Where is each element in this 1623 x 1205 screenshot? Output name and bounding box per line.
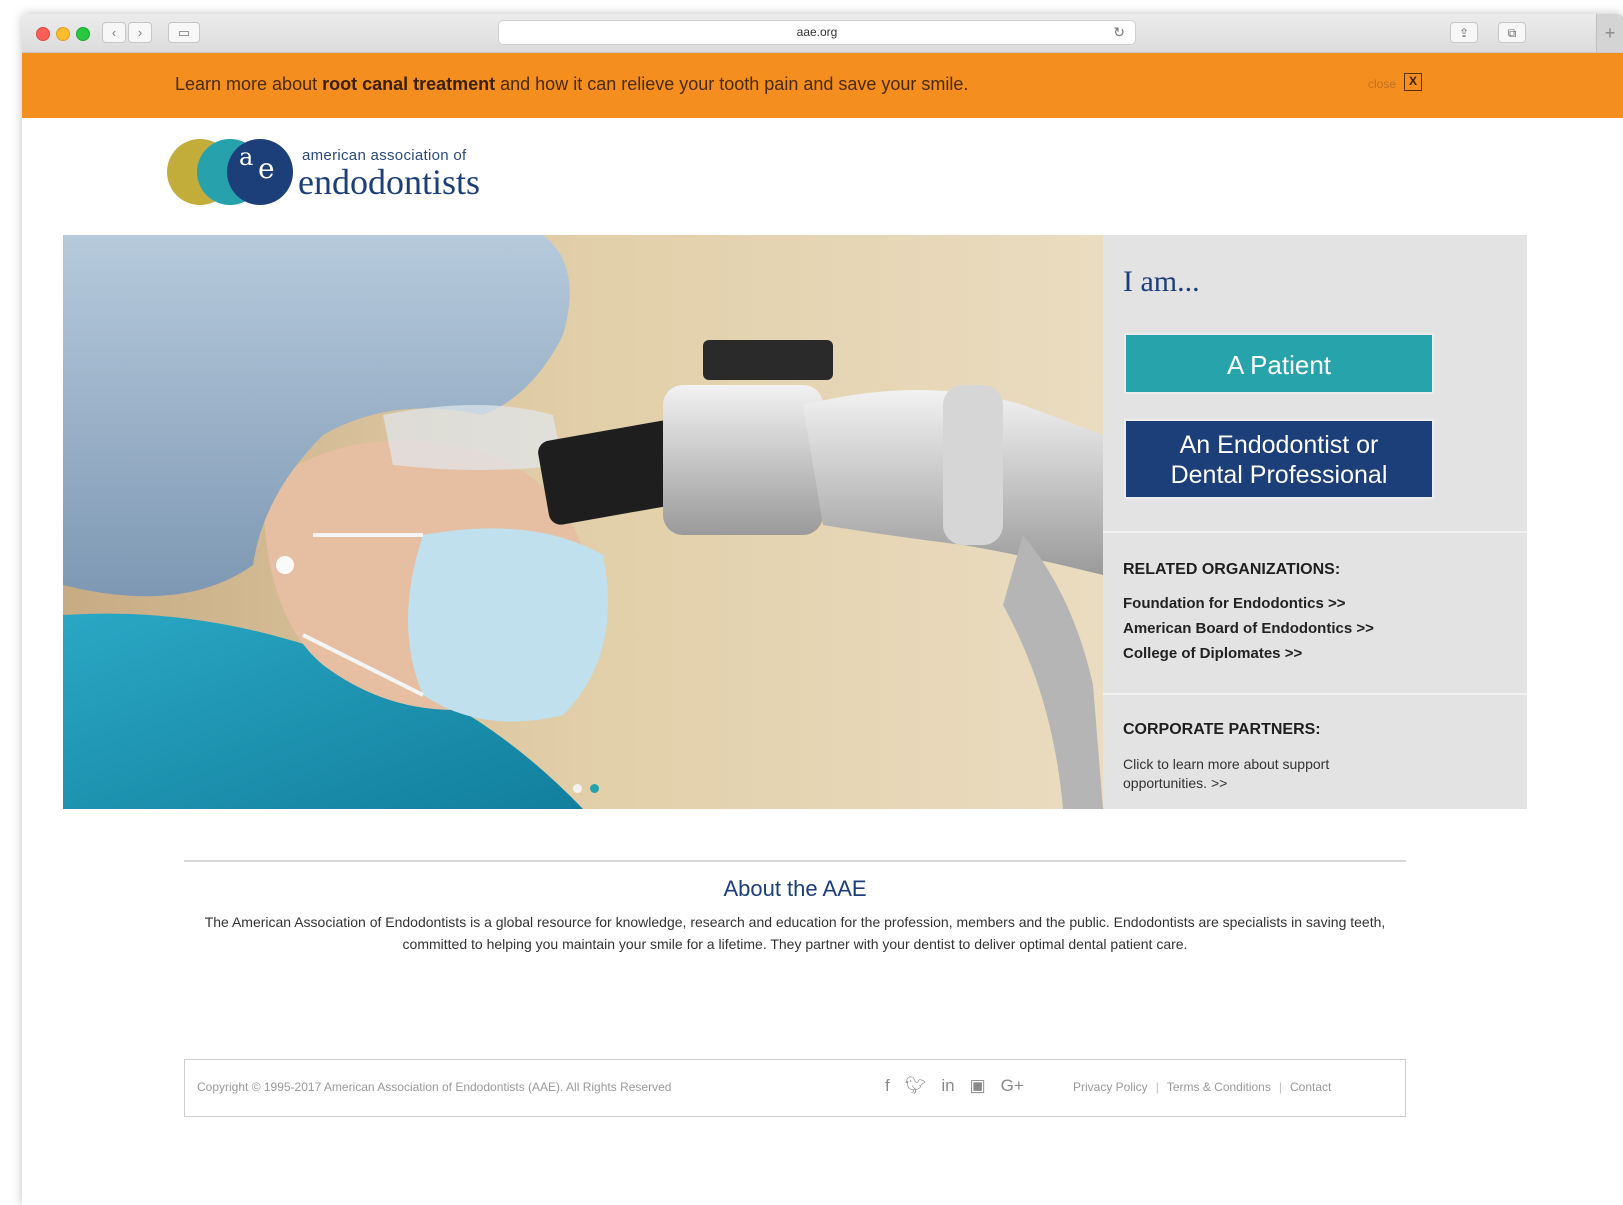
- share-icon[interactable]: ⇪: [1450, 22, 1478, 43]
- footer-links: Privacy Policy | Terms & Conditions | Contac…: [1073, 1080, 1332, 1094]
- reload-icon[interactable]: ↻: [1113, 21, 1125, 44]
- zoom-window-button[interactable]: [76, 27, 90, 41]
- terms-link[interactable]: Terms & Conditions: [1167, 1080, 1271, 1094]
- address-bar[interactable]: aae.org ↻: [498, 20, 1136, 45]
- related-link-foundation[interactable]: Foundation for Endodontics >>: [1123, 595, 1346, 612]
- privacy-policy-link[interactable]: Privacy Policy: [1073, 1080, 1148, 1094]
- carousel-dot-1[interactable]: [573, 784, 582, 793]
- youtube-icon[interactable]: ▣: [970, 1076, 986, 1096]
- related-link-college[interactable]: College of Diplomates >>: [1123, 645, 1302, 662]
- corporate-partners: CORPORATE PARTNERS: Click to learn more …: [1103, 695, 1527, 809]
- footer: Copyright © 1995-2017 American Associati…: [184, 1059, 1406, 1117]
- forward-button[interactable]: ›: [128, 22, 152, 43]
- back-button[interactable]: ‹: [102, 22, 126, 43]
- browser-toolbar: ‹ › ▭ aae.org ↻ ⇪ ⧉ +: [22, 14, 1623, 53]
- new-tab-icon[interactable]: +: [1596, 14, 1623, 52]
- sidebar-toggle-icon[interactable]: ▭: [168, 22, 200, 43]
- carousel-dot-2[interactable]: [590, 784, 599, 793]
- site-logo[interactable]: a e american association of endodontists: [167, 139, 507, 214]
- iam-heading: I am...: [1123, 265, 1200, 298]
- contact-link[interactable]: Contact: [1290, 1080, 1331, 1094]
- twitter-icon[interactable]: 🐦︎: [905, 1076, 927, 1096]
- social-links: f 🐦︎ in ▣ G+: [885, 1076, 1039, 1096]
- about-title: About the AAE: [723, 876, 867, 901]
- browser-window: ‹ › ▭ aae.org ↻ ⇪ ⧉ + Learn more about r…: [22, 14, 1623, 1205]
- banner-close-icon[interactable]: X: [1404, 73, 1422, 91]
- corporate-link[interactable]: Click to learn more about support opport…: [1123, 755, 1343, 793]
- logo-navy-circle: a e: [227, 139, 293, 205]
- close-window-button[interactable]: [36, 27, 50, 41]
- audience-selector: I am... A Patient An Endodontist or Dent…: [1103, 235, 1527, 533]
- hero-photo: [63, 235, 1103, 809]
- related-organizations: RELATED ORGANIZATIONS: Foundation for En…: [1103, 533, 1527, 695]
- side-panel: I am... A Patient An Endodontist or Dent…: [1103, 235, 1527, 809]
- url-text: aae.org: [796, 25, 838, 39]
- banner-text: Learn more about root canal treatment an…: [175, 74, 969, 94]
- facebook-icon[interactable]: f: [885, 1076, 890, 1096]
- professional-button[interactable]: An Endodontist or Dental Professional: [1124, 419, 1434, 499]
- linkedin-icon[interactable]: in: [941, 1076, 954, 1096]
- tabs-overview-icon[interactable]: ⧉: [1498, 22, 1526, 43]
- banner-close-label[interactable]: close: [1368, 77, 1396, 91]
- minimize-window-button[interactable]: [56, 27, 70, 41]
- related-link-board[interactable]: American Board of Endodontics >>: [1123, 620, 1374, 637]
- patient-button[interactable]: A Patient: [1124, 333, 1434, 394]
- announcement-banner: Learn more about root canal treatment an…: [22, 53, 1623, 118]
- about-text: The American Association of Endodontists…: [204, 914, 1386, 952]
- carousel-dots: [573, 780, 607, 798]
- logo-title: endodontists: [298, 162, 481, 202]
- copyright-text: Copyright © 1995-2017 American Associati…: [197, 1080, 672, 1094]
- banner-link[interactable]: root canal treatment: [322, 74, 495, 94]
- google-plus-icon[interactable]: G+: [1001, 1076, 1024, 1096]
- hero-carousel[interactable]: [63, 235, 1103, 809]
- section-divider: [184, 860, 1406, 862]
- corporate-title: CORPORATE PARTNERS:: [1123, 721, 1321, 738]
- related-title: RELATED ORGANIZATIONS:: [1123, 561, 1341, 578]
